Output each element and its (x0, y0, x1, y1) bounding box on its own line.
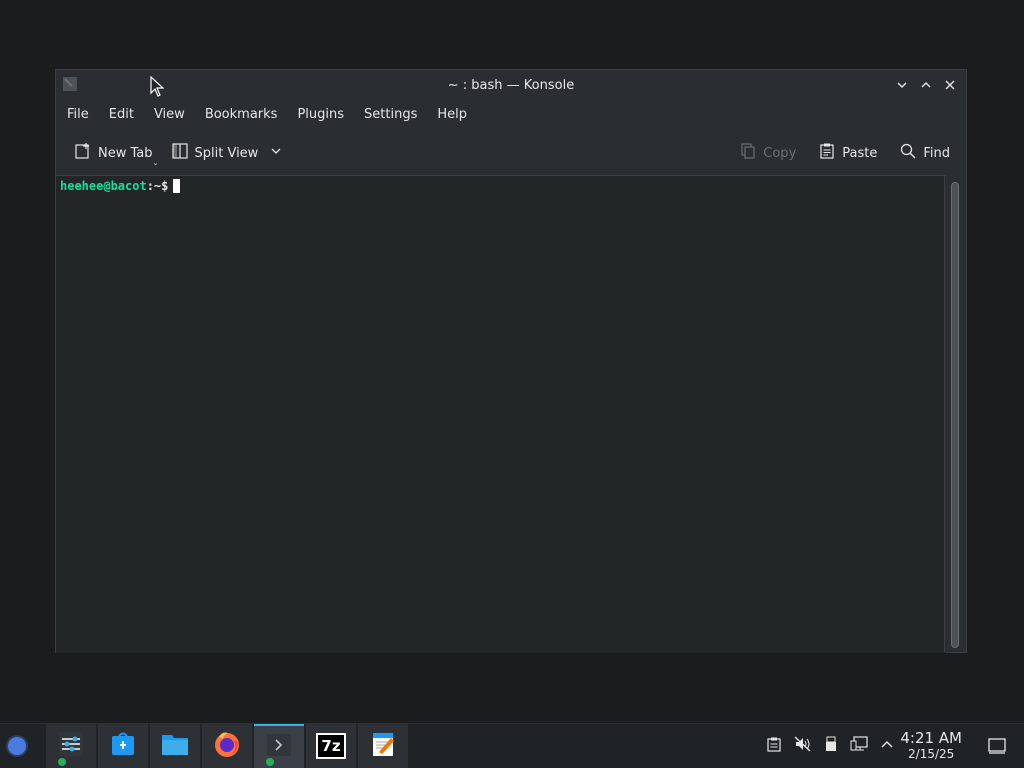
find-label: Find (923, 145, 950, 161)
menu-edit[interactable]: Edit (100, 103, 143, 126)
paste-button[interactable]: Paste (812, 138, 883, 168)
copy-label: Copy (763, 145, 797, 161)
new-tab-label: New Tab (98, 145, 153, 161)
paste-label: Paste (842, 145, 878, 161)
show-desktop-icon[interactable] (988, 738, 1006, 758)
close-icon[interactable] (940, 75, 960, 95)
menu-view[interactable]: View (145, 103, 194, 126)
desktop: ~ : bash — Konsole File Edit View Bookma… (0, 0, 1024, 768)
7zip-icon: 7z (316, 733, 346, 759)
window-title: ~ : bash — Konsole (447, 77, 575, 93)
copy-icon (739, 142, 757, 164)
minimize-icon[interactable] (892, 75, 912, 95)
text-cursor (173, 179, 181, 193)
split-view-label: Split View (194, 145, 259, 161)
running-indicator (266, 758, 274, 766)
new-tab-icon (74, 142, 92, 164)
konsole-app-icon[interactable] (62, 76, 78, 92)
task-konsole[interactable] (254, 724, 304, 768)
new-tab-dropdown-icon[interactable]: ⌄ (153, 159, 159, 167)
paste-icon (818, 142, 836, 164)
system-tray (766, 736, 894, 756)
mouse-pointer-icon (150, 75, 165, 102)
clipboard-icon[interactable] (766, 736, 782, 756)
menubar: File Edit View Bookmarks Plugins Setting… (56, 100, 968, 128)
task-system-settings[interactable] (46, 724, 96, 768)
taskbar: 7z 4:21 AM 2/15/25 (0, 723, 1024, 768)
network-icon[interactable] (850, 736, 868, 756)
terminal-area[interactable]: heehee@bacot:~$ (56, 175, 946, 653)
toolbar: New Tab ⌄ Split View Copy Paste Find (56, 134, 966, 172)
chevron-down-icon[interactable] (270, 145, 282, 161)
app-launcher-icon[interactable] (8, 737, 26, 755)
copy-button[interactable]: Copy (733, 138, 802, 168)
new-tab-button[interactable]: New Tab ⌄ (68, 138, 159, 168)
konsole-window: ~ : bash — Konsole File Edit View Bookma… (55, 69, 967, 653)
discover-store-icon (109, 730, 137, 762)
terminal-scrollbar[interactable] (944, 176, 965, 652)
7zip-label: 7z (321, 737, 341, 755)
task-file-manager[interactable] (150, 724, 200, 768)
menu-help[interactable]: Help (428, 103, 476, 126)
volume-muted-icon[interactable] (794, 736, 812, 756)
maximize-icon[interactable] (916, 75, 936, 95)
task-firefox[interactable] (202, 724, 252, 768)
menu-file[interactable]: File (58, 103, 98, 126)
task-7zip[interactable]: 7z (306, 724, 356, 768)
text-editor-icon (369, 730, 397, 762)
find-button[interactable]: Find (893, 138, 956, 168)
file-manager-icon (160, 730, 190, 762)
search-icon (899, 142, 917, 164)
prompt-line: heehee@bacot:~$ (60, 179, 181, 193)
running-indicator (58, 758, 66, 766)
prompt-user-host: heehee@bacot (60, 179, 147, 193)
split-view-icon (171, 142, 189, 164)
prompt-path: :~$ (146, 179, 169, 193)
task-discover[interactable] (98, 724, 148, 768)
usb-device-icon[interactable] (824, 736, 838, 756)
menu-settings[interactable]: Settings (355, 103, 426, 126)
firefox-icon (212, 729, 242, 763)
menu-bookmarks[interactable]: Bookmarks (196, 103, 287, 126)
split-view-button[interactable]: Split View (165, 138, 289, 168)
clock-time: 4:21 AM (900, 729, 962, 747)
digital-clock[interactable]: 4:21 AM 2/15/25 (900, 729, 962, 762)
scrollbar-thumb[interactable] (951, 182, 959, 648)
chevron-up-icon[interactable] (880, 737, 894, 756)
clock-date: 2/15/25 (908, 747, 955, 761)
task-text-editor[interactable] (358, 724, 408, 768)
menu-plugins[interactable]: Plugins (288, 103, 353, 126)
titlebar[interactable]: ~ : bash — Konsole (56, 70, 966, 100)
